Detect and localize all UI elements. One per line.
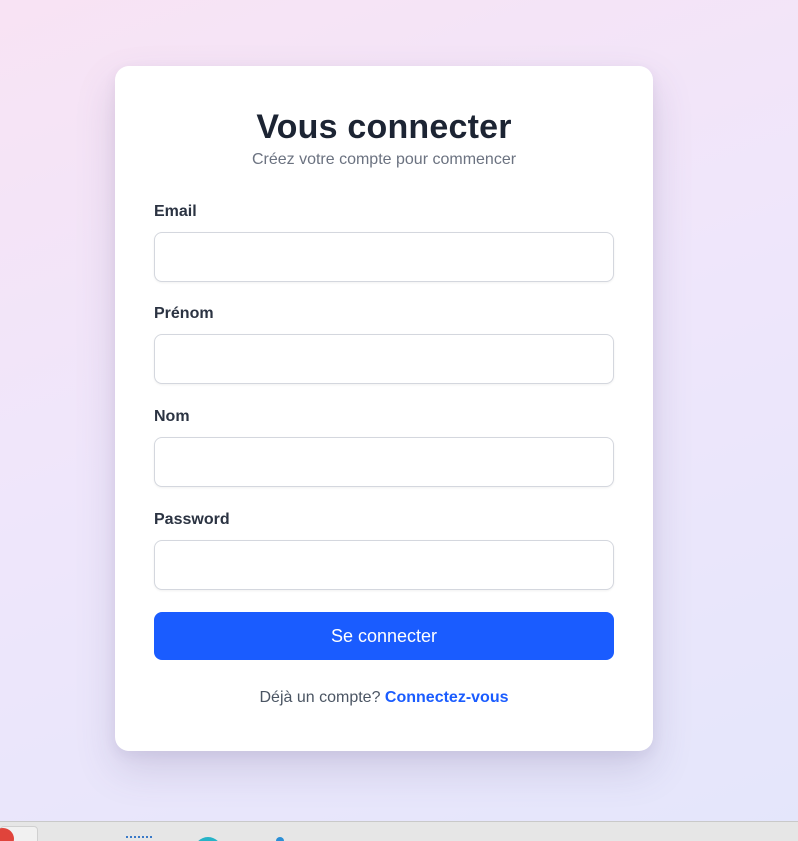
login-prompt: Déjà un compte? Connectez-vous [115,689,653,707]
page-subtitle: Créez votre compte pour commencer [251,151,517,168]
nom-field[interactable] [154,437,614,487]
blue-app-icon[interactable] [276,837,284,841]
submit-button[interactable]: Se connecter [154,612,614,660]
login-prompt-text: Déjà un compte? [259,689,381,706]
taskbar [0,821,798,841]
signup-card: Vous connecter Créez votre compte pour c… [115,66,653,751]
prenom-label: Prénom [154,305,214,322]
email-label: Email [154,203,197,220]
password-label: Password [154,511,230,528]
login-link[interactable]: Connectez-vous [385,689,509,706]
dots-icon[interactable] [126,836,152,841]
password-field-group: Password [154,511,614,590]
nom-field-group: Nom [154,408,614,487]
email-field[interactable] [154,232,614,282]
prenom-field[interactable] [154,334,614,384]
page-title: Vous connecter [256,108,512,146]
nom-label: Nom [154,408,190,425]
teal-app-icon[interactable] [194,837,222,841]
prenom-field-group: Prénom [154,305,614,384]
password-field[interactable] [154,540,614,590]
email-field-group: Email [154,203,614,282]
